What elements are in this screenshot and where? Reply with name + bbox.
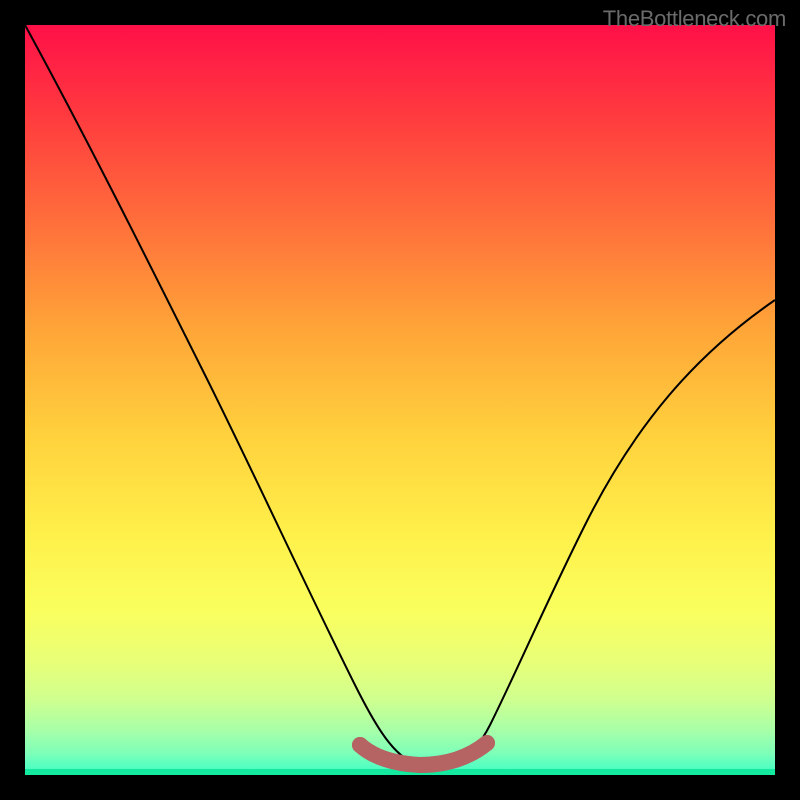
band-marker-right [479,735,495,751]
zero-bottleneck-band [360,743,487,765]
plot-area [25,25,775,775]
chart-frame: TheBottleneck.com [0,0,800,800]
watermark-text: TheBottleneck.com [603,6,786,32]
bottleneck-curve [25,25,775,766]
band-marker-left [352,737,368,753]
curve-svg [25,25,775,775]
